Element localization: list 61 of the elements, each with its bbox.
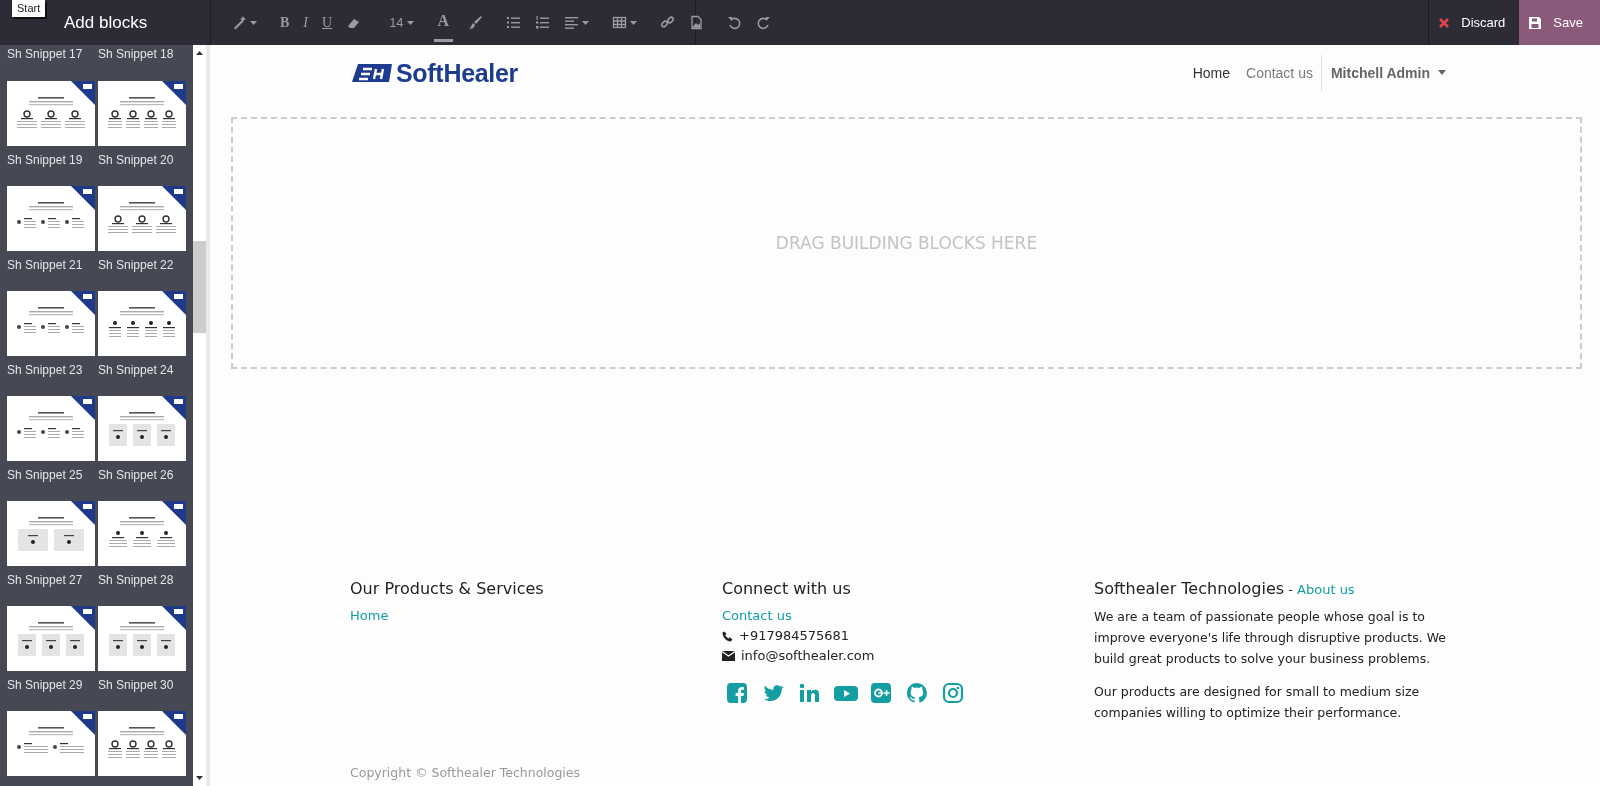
footer-heading: Softhealer Technologies <box>1094 578 1285 600</box>
snippet-label[interactable]: Sh Snippet 17 <box>7 47 95 61</box>
magic-wand-icon <box>232 15 247 30</box>
brush-icon <box>468 15 484 30</box>
snippet-label[interactable]: Sh Snippet 29 <box>7 678 95 692</box>
snippet-label[interactable]: Sh Snippet 20 <box>98 153 186 167</box>
text-color-button[interactable]: A <box>433 3 454 42</box>
linkedin-icon[interactable] <box>798 682 822 704</box>
nav-link[interactable]: Contact us <box>1238 64 1321 81</box>
footer-heading: Our Products & Services <box>350 578 544 600</box>
separator-text: - <box>1287 582 1294 597</box>
phone-icon <box>722 630 733 642</box>
github-icon[interactable] <box>906 682 930 704</box>
bullet-list-icon <box>506 15 522 30</box>
snippet-label[interactable]: Sh Snippet 18 <box>98 47 186 61</box>
snippet-label[interactable]: Sh Snippet 24 <box>98 363 186 377</box>
font-size-button[interactable]: 14 <box>385 0 418 45</box>
image-icon <box>689 15 705 30</box>
facebook-icon[interactable] <box>726 682 750 704</box>
footer-paragraph: We are a team of passionate people whose goal is to improve everyone's life through disruptive products. We build great products to solve your business problems. <box>1094 608 1447 668</box>
close-icon <box>1439 17 1450 28</box>
contact-text: +917984575681 <box>739 627 850 645</box>
link-icon <box>660 15 676 30</box>
tooltip: Start <box>12 0 46 17</box>
contact-text: info@softhealer.com <box>741 647 875 665</box>
snippet-label[interactable]: Sh Snippet 21 <box>7 258 95 272</box>
italic-button[interactable]: I <box>299 0 312 45</box>
nav-link[interactable]: Home <box>1184 64 1238 81</box>
snippet-label[interactable]: Sh Snippet 23 <box>7 363 95 377</box>
instagram-icon[interactable] <box>942 682 966 704</box>
underline-button[interactable]: U <box>318 0 337 45</box>
envelope-icon <box>722 651 735 661</box>
twitter-icon[interactable] <box>762 682 786 704</box>
footer-heading: Connect with us <box>722 578 851 600</box>
save-button[interactable]: Save <box>1519 0 1600 45</box>
scroll-down-icon <box>196 776 204 780</box>
panel-title: Add blocks <box>64 12 148 33</box>
caret-icon <box>1438 70 1446 75</box>
snippet-label[interactable]: Sh Snippet 22 <box>98 258 186 272</box>
undo-icon <box>727 15 743 30</box>
snippet-label[interactable]: Sh Snippet 30 <box>98 678 186 692</box>
snippet-label[interactable]: Sh Snippet 19 <box>7 153 95 167</box>
user-menu[interactable]: Mitchell Admin <box>1320 54 1450 91</box>
scrollbar[interactable] <box>193 45 206 786</box>
footer-paragraph: Our products are designed for small to medium size companies willing to optimize their performance. <box>1094 683 1421 722</box>
align-left-icon <box>564 15 580 30</box>
scrollbar-thumb[interactable] <box>193 241 206 333</box>
snippet-label[interactable]: Sh Snippet 26 <box>98 468 186 482</box>
google-plus-icon[interactable] <box>870 682 894 704</box>
copyright-text: Copyright © Softhealer Technologies <box>350 765 582 780</box>
redo-icon <box>756 15 772 30</box>
scroll-up-icon <box>196 51 204 55</box>
snippet-label[interactable]: Sh Snippet 28 <box>98 573 186 587</box>
logo[interactable]: SoftHealer <box>350 59 519 86</box>
table-icon <box>612 15 628 30</box>
numbered-list-icon <box>535 15 551 30</box>
bold-button[interactable]: B <box>276 0 294 45</box>
logo-mark-icon <box>352 61 392 84</box>
snippet-label[interactable]: Sh Snippet 25 <box>7 468 95 482</box>
snippet-label[interactable]: Sh Snippet 27 <box>7 573 95 587</box>
drop-zone-text: DRAG BUILDING BLOCKS HERE <box>775 233 1038 253</box>
